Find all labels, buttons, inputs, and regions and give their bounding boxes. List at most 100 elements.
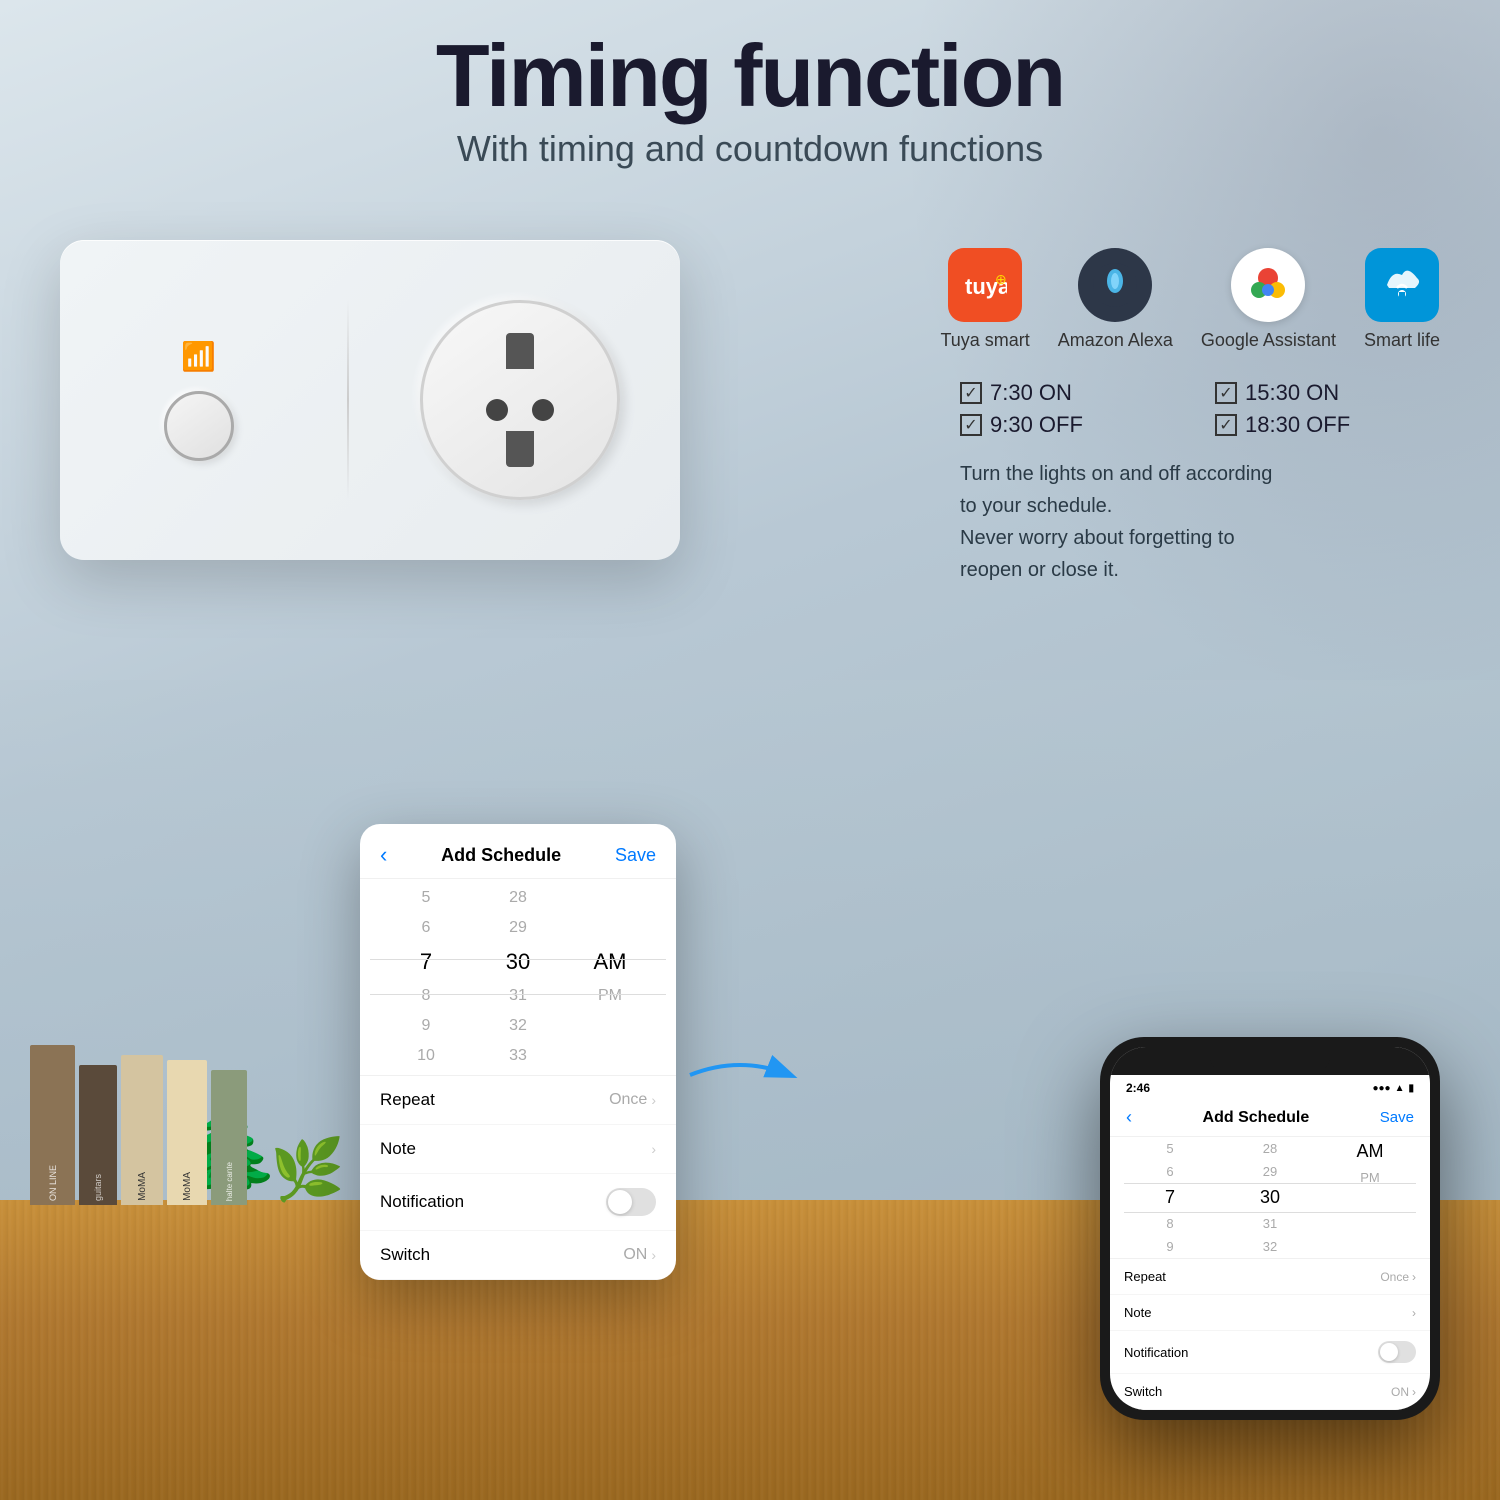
phone-body: 2:46 ●●● ▲ ▮ ‹ Add Schedule Save 5 [1100, 1037, 1440, 1420]
phone-repeat-value: Once › [1380, 1270, 1416, 1284]
hour-item-7: 7 [380, 943, 472, 981]
platform-item-tuya: tuya ⊕ Tuya smart [940, 248, 1029, 351]
phone-notification-label: Notification [1124, 1345, 1188, 1360]
smartlife-label: Smart life [1364, 330, 1440, 351]
hour-item-9: 9 [380, 1011, 472, 1041]
phone-notification-row[interactable]: Notification [1110, 1331, 1430, 1374]
schedule-time-0: 7:30 ON [990, 380, 1072, 406]
phone-switch-row[interactable]: Switch ON › [1110, 1374, 1430, 1410]
hour-item-10: 10 [380, 1041, 472, 1071]
socket-holes [486, 399, 554, 421]
period-column[interactable]: AM PM [564, 939, 656, 1015]
phone-switch-value: ON › [1391, 1385, 1416, 1399]
phone-repeat-row[interactable]: Repeat Once › [1110, 1259, 1430, 1295]
p-hour-8: 8 [1120, 1212, 1220, 1235]
smartlife-icon [1365, 248, 1439, 322]
phone-note-value: › [1412, 1306, 1416, 1320]
repeat-value: Once › [609, 1091, 656, 1109]
period-am: AM [564, 943, 656, 981]
phone-repeat-chevron: › [1412, 1270, 1416, 1284]
min-item-30: 30 [472, 943, 564, 981]
phone-notch-cutout [1210, 1047, 1330, 1071]
phone-toggle-knob [1380, 1343, 1398, 1361]
checkbox-2: ✓ [960, 414, 982, 436]
phone-save-button[interactable]: Save [1380, 1109, 1414, 1126]
signal-icon: ●●● [1372, 1083, 1390, 1094]
p-min-28: 28 [1220, 1137, 1320, 1160]
book-5: halte cante [211, 1070, 247, 1205]
tuya-label: Tuya smart [940, 330, 1029, 351]
repeat-chevron: › [651, 1092, 656, 1108]
schedule-item-0: ✓ 7:30 ON [960, 380, 1185, 406]
phone-notch [1110, 1047, 1430, 1075]
p-min-32: 32 [1220, 1235, 1320, 1258]
popup-title: Add Schedule [441, 845, 561, 866]
phone-repeat-label: Repeat [1124, 1269, 1166, 1284]
book-4: MoMA [167, 1060, 207, 1205]
p-period-am: AM [1320, 1137, 1420, 1166]
switch-chevron: › [651, 1247, 656, 1263]
switch-button[interactable] [164, 391, 234, 461]
popup-save-button[interactable]: Save [615, 845, 656, 866]
google-icon [1231, 248, 1305, 322]
notification-row[interactable]: Notification [360, 1174, 676, 1231]
minute-column[interactable]: 28 29 30 31 32 33 [472, 879, 564, 1075]
socket-section [389, 300, 650, 500]
device-panel: 📶 [60, 240, 680, 560]
phone-hour-col[interactable]: 5 6 7 8 9 [1120, 1137, 1220, 1258]
wifi-status-icon: ▲ [1395, 1083, 1405, 1094]
phone-notification-toggle[interactable] [1378, 1341, 1416, 1363]
phone-status-bar: 2:46 ●●● ▲ ▮ [1110, 1075, 1430, 1097]
p-hour-7: 7 [1120, 1183, 1220, 1212]
phone-screen: 2:46 ●●● ▲ ▮ ‹ Add Schedule Save 5 [1110, 1047, 1430, 1410]
switch-value: ON › [623, 1246, 656, 1264]
switch-row[interactable]: Switch ON › [360, 1231, 676, 1280]
p-hour-6: 6 [1120, 1160, 1220, 1183]
p-hour-9: 9 [1120, 1235, 1220, 1258]
platform-item-google: Google Assistant [1201, 248, 1336, 351]
checkbox-1: ✓ [1215, 382, 1237, 404]
switch-section: 📶 [90, 340, 307, 461]
time-columns: 5 6 7 8 9 10 28 29 30 31 32 33 AM PM [360, 879, 676, 1075]
toggle-knob [608, 1190, 632, 1214]
phone-app-header: ‹ Add Schedule Save [1110, 1097, 1430, 1137]
notification-toggle[interactable] [606, 1188, 656, 1216]
book-2: guitars [79, 1065, 117, 1205]
checkbox-3: ✓ [1215, 414, 1237, 436]
wifi-icon: 📶 [181, 340, 216, 373]
phone-min-col[interactable]: 28 29 30 31 32 [1220, 1137, 1320, 1258]
time-picker[interactable]: 5 6 7 8 9 10 28 29 30 31 32 33 AM PM [360, 879, 676, 1076]
note-row[interactable]: Note › [360, 1125, 676, 1174]
socket-bottom [506, 431, 534, 467]
book-1: ON LINE [30, 1045, 75, 1205]
socket-top [506, 333, 534, 369]
header-section: Timing function With timing and countdow… [0, 30, 1500, 170]
socket-hole-right [532, 399, 554, 421]
phone-time-picker[interactable]: 5 6 7 8 9 28 29 30 31 32 AM [1110, 1137, 1430, 1259]
p-hour-5: 5 [1120, 1137, 1220, 1160]
phone-back-button[interactable]: ‹ [1126, 1107, 1132, 1128]
google-label: Google Assistant [1201, 330, 1336, 351]
schedule-description: Turn the lights on and off according to … [960, 458, 1440, 586]
min-item-28: 28 [472, 883, 564, 913]
schedule-time-2: 9:30 OFF [990, 412, 1083, 438]
note-label: Note [380, 1139, 416, 1159]
hour-column[interactable]: 5 6 7 8 9 10 [380, 879, 472, 1075]
schedule-grid: ✓ 7:30 ON ✓ 15:30 ON ✓ 9:30 OFF ✓ 18:30 … [960, 380, 1440, 438]
repeat-label: Repeat [380, 1090, 435, 1110]
alexa-icon [1078, 248, 1152, 322]
arrow-container [680, 1045, 800, 1110]
schedule-item-2: ✓ 9:30 OFF [960, 412, 1185, 438]
min-item-31: 31 [472, 981, 564, 1011]
panel-divider [347, 300, 349, 500]
tuya-icon: tuya ⊕ [948, 248, 1022, 322]
popup-back-button[interactable]: ‹ [380, 842, 387, 868]
p-min-30: 30 [1220, 1183, 1320, 1212]
schedule-info: ✓ 7:30 ON ✓ 15:30 ON ✓ 9:30 OFF ✓ 18:30 … [960, 380, 1440, 586]
platforms-section: tuya ⊕ Tuya smart Amazon Alexa Google A [940, 248, 1440, 351]
phone-period-col[interactable]: AM PM [1320, 1137, 1420, 1258]
phone-note-row[interactable]: Note › [1110, 1295, 1430, 1331]
battery-icon: ▮ [1408, 1083, 1414, 1094]
repeat-row[interactable]: Repeat Once › [360, 1076, 676, 1125]
books-stack: ON LINE guitars MoMA MoMA halte cante [30, 1045, 247, 1205]
